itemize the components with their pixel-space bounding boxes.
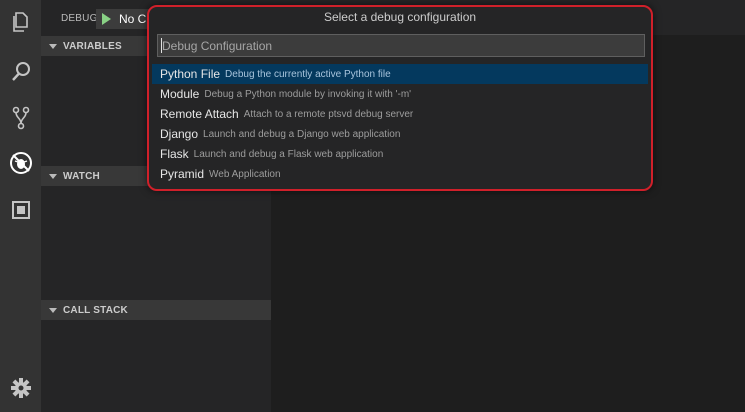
files-icon[interactable] [0,2,41,42]
quick-pick-input[interactable] [157,34,645,57]
debug-config-name: No C [119,12,147,26]
quick-pick-item-label: Remote Attach [160,107,239,121]
call-stack-section-header[interactable]: CALL STACK [41,300,271,320]
quick-pick-item[interactable]: Remote Attach Attach to a remote ptsvd de… [152,104,648,124]
collapse-icon [49,307,57,313]
gear-icon[interactable] [0,368,41,408]
quick-pick-item-description: Launch and debug a Django web applicatio… [203,128,401,140]
quick-pick-item[interactable]: Django Launch and debug a Django web appl… [152,124,648,144]
start-debugging-icon[interactable] [102,13,111,25]
collapse-icon [49,173,57,179]
quick-pick-item-label: Pyramid [160,167,205,181]
quick-pick-item-label: Python File [160,67,221,81]
variables-label: VARIABLES [63,40,122,52]
source-control-icon[interactable] [0,98,41,138]
quick-pick-item-label: Module [160,87,200,101]
watch-label: WATCH [63,170,100,182]
quick-pick-item-label: Django [160,127,199,141]
debug-config-quick-pick: Select a debug configuration Python File… [147,5,653,191]
debug-title: DEBUG [61,12,98,24]
activity-bar [0,0,41,412]
quick-pick-item-description: Debug a Python module by invoking it wit… [204,88,412,100]
quick-pick-item[interactable]: Flask Launch and debug a Flask web applic… [152,144,648,164]
search-icon[interactable] [0,52,41,92]
collapse-icon [49,43,57,49]
debug-icon[interactable] [0,143,41,183]
quick-pick-item[interactable]: Python File Debug the currently active Py… [152,64,648,84]
quick-pick-item[interactable]: Pyramid Web Application [152,164,648,184]
call-stack-label: CALL STACK [63,304,128,316]
quick-pick-item-description: Web Application [209,168,281,180]
quick-pick-title: Select a debug configuration [323,10,477,24]
quick-pick-item[interactable]: Module Debug a Python module by invoking … [152,84,648,104]
quick-pick-item-description: Debug the currently active Python file [225,68,391,80]
quick-pick-item-description: Launch and debug a Flask web application [193,148,384,160]
quick-pick-item-description: Attach to a remote ptsvd debug server [243,108,414,120]
text-caret [161,38,162,53]
extensions-icon[interactable] [0,190,41,230]
quick-pick-item-label: Flask [160,147,189,161]
quick-pick-list: Python File Debug the currently active Py… [152,64,648,184]
